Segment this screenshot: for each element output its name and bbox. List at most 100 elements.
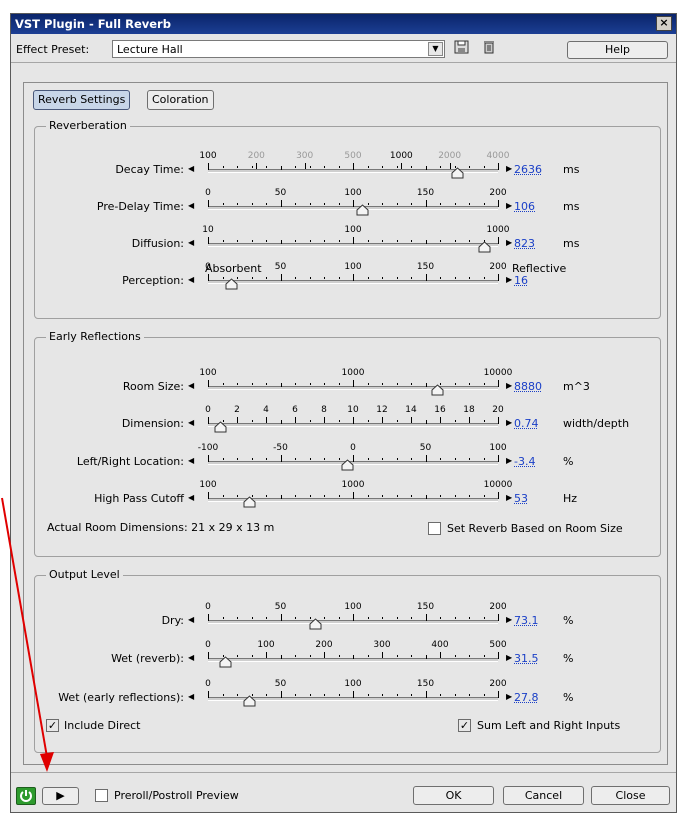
slider-value[interactable]: 106 <box>514 200 535 213</box>
slider-value[interactable]: 823 <box>514 237 535 250</box>
slider-right-arrow-icon[interactable]: ▶ <box>506 493 512 502</box>
slider-thumb[interactable] <box>478 241 491 253</box>
slider-tick <box>382 277 383 279</box>
slider-left-arrow-icon[interactable]: ◀ <box>188 615 194 624</box>
save-preset-icon[interactable] <box>454 40 470 58</box>
include-direct-checkbox[interactable]: ✓ <box>46 719 59 732</box>
preroll-checkbox[interactable] <box>95 789 108 802</box>
slider-value[interactable]: 53 <box>514 492 528 505</box>
slider-value[interactable]: 16 <box>514 274 528 287</box>
cancel-button[interactable]: Cancel <box>503 786 584 805</box>
slider-value[interactable]: -3.4 <box>514 455 535 468</box>
slider-right-arrow-icon[interactable]: ▶ <box>506 164 512 173</box>
slider-major-tick <box>498 163 499 169</box>
slider-tick-label: 10000 <box>483 480 513 490</box>
slider-right-arrow-icon[interactable]: ▶ <box>506 238 512 247</box>
slider-major-tick <box>401 163 403 169</box>
sum-inputs-checkbox[interactable]: ✓ <box>458 719 471 732</box>
slider-right-arrow-icon[interactable]: ▶ <box>506 456 512 465</box>
slider-tick-label: 10 <box>202 225 214 235</box>
slider-thumb[interactable] <box>341 459 354 471</box>
slider-tick <box>469 277 470 279</box>
set-reverb-checkbox[interactable] <box>428 522 441 535</box>
slider-tick <box>483 617 485 619</box>
close-window-button[interactable]: × <box>656 16 672 31</box>
slider-left-arrow-icon[interactable]: ◀ <box>188 456 194 465</box>
slider-tick <box>295 277 296 279</box>
slider-thumb[interactable] <box>214 421 227 433</box>
slider-major-tick <box>382 417 383 423</box>
slider-value[interactable]: 2636 <box>514 163 542 176</box>
close-button[interactable]: Close <box>591 786 670 805</box>
slider-tick-label: -100 <box>197 443 219 453</box>
trash-icon[interactable] <box>483 40 495 58</box>
preset-dropdown[interactable]: Lecture Hall ▼ <box>112 40 445 58</box>
slider-left-arrow-icon[interactable]: ◀ <box>188 238 194 247</box>
power-icon[interactable] <box>16 787 36 805</box>
slider-right-arrow-icon[interactable]: ▶ <box>506 418 512 427</box>
chevron-down-icon[interactable]: ▼ <box>428 42 443 56</box>
slider-major-tick <box>353 200 354 206</box>
slider-value[interactable]: 31.5 <box>514 652 539 665</box>
slider-tick <box>367 383 369 385</box>
slider-left-arrow-icon[interactable]: ◀ <box>188 164 194 173</box>
slider-tick-label: 10 <box>347 405 359 415</box>
slider-right-arrow-icon[interactable]: ▶ <box>506 201 512 210</box>
slider-value[interactable]: 27.8 <box>514 691 539 704</box>
title-bar: VST Plugin - Full Reverb × <box>11 14 676 34</box>
slider-thumb[interactable] <box>356 204 369 216</box>
slider-left-arrow-icon[interactable]: ◀ <box>188 493 194 502</box>
slider-thumb[interactable] <box>451 167 464 179</box>
slider-major-tick <box>295 417 296 423</box>
slider-left-arrow-icon[interactable]: ◀ <box>188 201 194 210</box>
slider-tick <box>309 694 311 696</box>
slider-value[interactable]: 8880 <box>514 380 542 393</box>
slider-tick-label: 100 <box>344 679 362 689</box>
slider-right-arrow-icon[interactable]: ▶ <box>506 615 512 624</box>
slider-tick <box>367 420 369 422</box>
slider-right-arrow-icon[interactable]: ▶ <box>506 381 512 390</box>
help-button[interactable]: Help <box>567 41 668 59</box>
slider-thumb[interactable] <box>243 695 256 707</box>
footer-bar: ▶ Preroll/Postroll Preview OK Cancel Clo… <box>11 772 676 812</box>
slider-thumb[interactable] <box>431 384 444 396</box>
slider-tick <box>469 240 470 242</box>
slider-left-arrow-icon[interactable]: ◀ <box>188 653 194 662</box>
slider-label: Wet (reverb): <box>111 652 184 665</box>
slider-tick <box>338 277 340 279</box>
slider-major-tick <box>208 652 209 658</box>
play-button[interactable]: ▶ <box>42 787 79 805</box>
slider-value[interactable]: 0.74 <box>514 417 539 430</box>
slider-left-arrow-icon[interactable]: ◀ <box>188 275 194 284</box>
slider-thumb[interactable] <box>309 618 322 630</box>
slider-tick <box>338 458 340 460</box>
slider-major-tick <box>425 200 427 206</box>
slider-tick-label: 6 <box>292 405 298 415</box>
tab-coloration[interactable]: Coloration <box>147 90 214 110</box>
slider-right-arrow-icon[interactable]: ▶ <box>506 692 512 701</box>
slider-value[interactable]: 73.1 <box>514 614 539 627</box>
slider-left-arrow-icon[interactable]: ◀ <box>188 692 194 701</box>
slider-major-tick <box>353 237 354 243</box>
slider-tick <box>222 495 224 497</box>
ok-button[interactable]: OK <box>413 786 494 805</box>
slider-right-arrow-icon[interactable]: ▶ <box>506 275 512 284</box>
slider-tick <box>469 617 470 619</box>
slider-label: Decay Time: <box>115 163 184 176</box>
slider-tick-label: 50 <box>419 443 432 453</box>
slider-tick-label: 200 <box>489 602 507 612</box>
tab-reverb-settings[interactable]: Reverb Settings <box>33 90 131 110</box>
slider-tick-label: 1000 <box>389 151 413 161</box>
slider-right-arrow-icon[interactable]: ▶ <box>506 653 512 662</box>
slider-thumb[interactable] <box>225 278 238 290</box>
slider-tick <box>411 694 412 696</box>
slider-tick-label: 1000 <box>341 480 365 490</box>
slider-thumb[interactable] <box>243 496 256 508</box>
slider-left-arrow-icon[interactable]: ◀ <box>188 418 194 427</box>
slider-tick <box>266 495 267 497</box>
slider-left-arrow-icon[interactable]: ◀ <box>188 381 194 390</box>
slider-tick <box>469 495 470 497</box>
slider-tick <box>396 166 398 168</box>
slider-thumb[interactable] <box>219 656 232 668</box>
slider-tick <box>425 655 427 659</box>
